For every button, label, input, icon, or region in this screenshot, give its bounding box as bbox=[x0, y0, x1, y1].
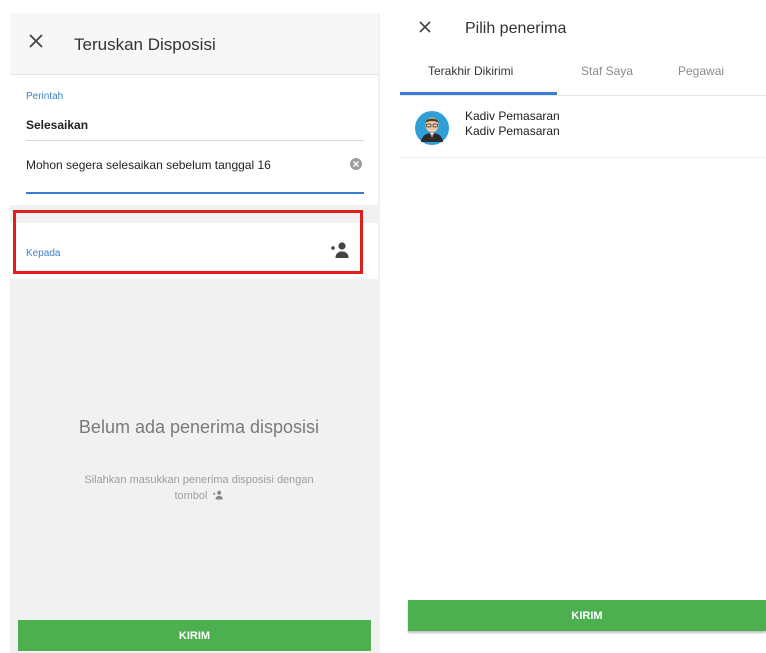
message-input[interactable]: Mohon segera selesaikan sebelum tanggal … bbox=[26, 158, 271, 172]
divider bbox=[26, 140, 364, 141]
teruskan-disposisi-screen: Teruskan Disposisi Perintah Selesaikan M… bbox=[10, 13, 380, 653]
perintah-label: Perintah bbox=[26, 91, 64, 102]
close-icon[interactable] bbox=[417, 19, 433, 35]
pilih-penerima-screen: Pilih penerima Terakhir Dikirimi Staf Sa… bbox=[400, 0, 766, 653]
empty-desc-line2: tombol bbox=[174, 490, 208, 502]
recipient-list-item[interactable]: Kadiv Pemasaran Kadiv Pemasaran bbox=[400, 97, 766, 158]
person-add-icon bbox=[212, 490, 223, 500]
empty-state-title: Belum ada penerima disposisi bbox=[78, 417, 320, 437]
tabs-divider bbox=[400, 95, 766, 96]
tab-pegawai[interactable]: Pegawai bbox=[678, 64, 724, 78]
highlight-annotation-box bbox=[13, 210, 363, 274]
disposition-form: Perintah Selesaikan Mohon segera selesai… bbox=[10, 75, 378, 205]
tab-staf-saya[interactable]: Staf Saya bbox=[581, 64, 633, 78]
close-icon[interactable] bbox=[26, 31, 46, 51]
page-title: Pilih penerima bbox=[465, 20, 567, 37]
clear-circle-icon[interactable] bbox=[349, 157, 363, 171]
perintah-select[interactable]: Selesaikan bbox=[26, 118, 88, 132]
user-avatar-icon bbox=[415, 111, 449, 145]
kirim-button[interactable]: KIRIM bbox=[408, 600, 766, 631]
kirim-button[interactable]: KIRIM bbox=[18, 620, 371, 651]
tab-terakhir-dikirimi[interactable]: Terakhir Dikirimi bbox=[428, 64, 513, 78]
page-title: Teruskan Disposisi bbox=[74, 35, 216, 54]
empty-state-description: Silahkan masukkan penerima disposisi den… bbox=[40, 472, 358, 504]
recipient-name: Kadiv Pemasaran bbox=[465, 109, 560, 123]
app-bar: Teruskan Disposisi bbox=[10, 13, 378, 75]
recipient-position: Kadiv Pemasaran bbox=[465, 124, 560, 138]
empty-desc-line1: Silahkan masukkan penerima disposisi den… bbox=[84, 474, 314, 486]
message-input-underline bbox=[26, 192, 364, 194]
